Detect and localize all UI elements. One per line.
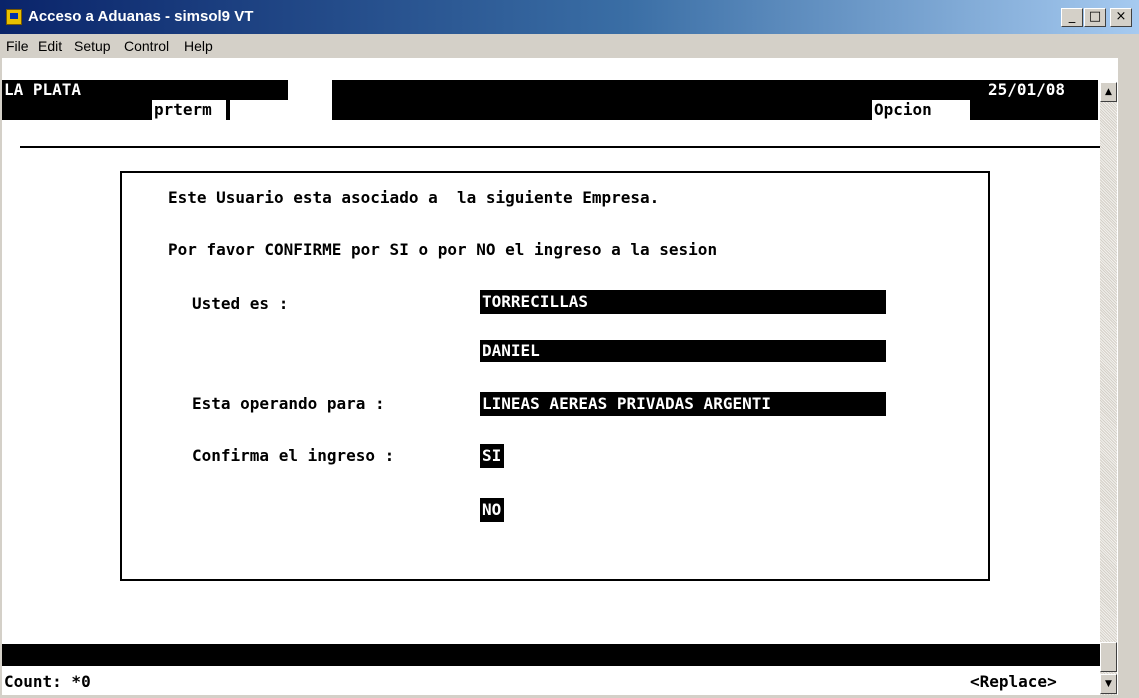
dialog-message-line2: Por favor CONFIRME por SI o por NO el in… [168,240,718,259]
menu-edit[interactable]: Edit [38,38,62,54]
option-label: Opcion [874,100,932,119]
status-count: Count: *0 [4,672,91,691]
window-title: Acceso a Aduanas - simsol9 VT [28,8,254,25]
first-name-field [480,340,886,362]
menu-bar: File Edit Setup Control Help [0,34,1139,58]
header-block-mid [332,80,872,100]
header-block-row2-mid [332,100,872,120]
date-label: 25/01/08 [988,80,1066,99]
program-field-end [226,100,230,120]
company-value: LINEAS AEREAS PRIVADAS ARGENTI [482,394,771,413]
title-bar: Acceso a Aduanas - simsol9 VT _ □ × [0,0,1139,34]
surname-value: TORRECILLAS [482,292,588,311]
minimize-button[interactable]: _ [1061,8,1083,27]
header-separator [20,146,1100,148]
company-confirm-dialog [120,171,990,581]
maximize-button[interactable]: □ [1084,8,1106,27]
location-label: LA PLATA [4,80,82,99]
header-block-row2-left [2,100,152,120]
menu-help[interactable]: Help [184,38,213,54]
bottom-bar [2,644,1100,666]
option-si-label[interactable]: SI [482,446,501,466]
status-mode: <Replace> [970,672,1057,691]
option-no-label[interactable]: NO [482,500,501,520]
confirma-label: Confirma el ingreso : [192,446,395,465]
program-name: prterm [154,100,212,119]
menu-control[interactable]: Control [124,38,169,54]
vertical-scrollbar[interactable] [1100,82,1117,695]
close-button[interactable]: × [1110,8,1132,27]
option-field[interactable] [970,100,1098,120]
scroll-thumb[interactable] [1100,642,1117,672]
terminal-app-icon[interactable] [6,9,22,25]
operando-label: Esta operando para : [192,394,385,413]
scroll-up-arrow-icon[interactable]: ▲ [1100,82,1117,102]
usted-label: Usted es : [192,294,289,313]
dialog-message-line1: Este Usuario esta asociado a la siguient… [168,188,660,207]
scroll-down-arrow-icon[interactable]: ▼ [1100,674,1117,694]
first-name-value: DANIEL [482,341,540,360]
menu-setup[interactable]: Setup [74,38,111,54]
menu-file[interactable]: File [6,38,29,54]
terminal-screen[interactable]: LA PLATA 25/01/08 prterm Opcion Este Usu… [2,58,1118,695]
